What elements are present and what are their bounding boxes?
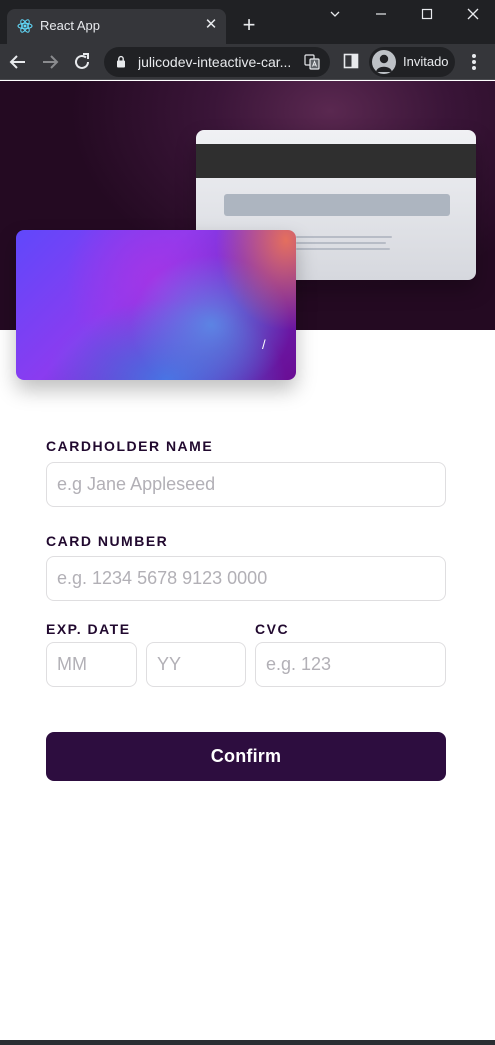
cvc-input[interactable] (255, 642, 446, 687)
translate-icon[interactable] (304, 54, 320, 70)
magnetic-stripe (196, 144, 476, 178)
cardholder-name-label: CARDHOLDER NAME (46, 438, 214, 454)
browser-toolbar: julicodev-inteactive-car... Invitado (0, 44, 495, 80)
cvc-label: CVC (255, 621, 290, 637)
close-window-icon[interactable] (458, 4, 488, 26)
card-front-expiry: / (262, 337, 266, 352)
forward-arrow-icon[interactable] (38, 50, 62, 74)
url-text[interactable]: julicodev-inteactive-car... (138, 54, 298, 70)
tab-search-icon[interactable] (320, 4, 350, 26)
lock-icon[interactable] (116, 55, 126, 68)
card-front: / (16, 230, 296, 380)
address-bar[interactable]: julicodev-inteactive-car... (104, 47, 330, 77)
tab-title: React App (40, 18, 100, 33)
minimize-icon[interactable] (366, 4, 396, 26)
menu-icon[interactable] (466, 53, 482, 71)
card-back-fine-print (296, 236, 396, 254)
profile-label: Invitado (403, 54, 449, 69)
side-panel-icon[interactable] (343, 53, 359, 69)
exp-year-input[interactable] (146, 642, 246, 687)
react-favicon-icon (17, 19, 33, 33)
confirm-button[interactable]: Confirm (46, 732, 446, 781)
profile-button[interactable]: Invitado (369, 47, 455, 77)
browser-tab[interactable]: React App ✕ (7, 9, 226, 44)
cardholder-name-input[interactable] (46, 462, 446, 507)
taskbar-edge (0, 1040, 495, 1045)
exp-date-label: EXP. DATE (46, 621, 131, 637)
maximize-icon[interactable] (412, 4, 442, 26)
reload-icon[interactable] (70, 50, 94, 74)
tab-close-icon[interactable]: ✕ (203, 17, 219, 33)
back-arrow-icon[interactable] (6, 50, 30, 74)
avatar-icon (372, 50, 396, 74)
exp-month-input[interactable] (46, 642, 137, 687)
card-number-label: CARD NUMBER (46, 533, 169, 549)
signature-strip (224, 194, 450, 216)
new-tab-icon[interactable]: + (238, 14, 260, 36)
card-number-input[interactable] (46, 556, 446, 601)
browser-titlebar: React App ✕ + (0, 0, 495, 44)
